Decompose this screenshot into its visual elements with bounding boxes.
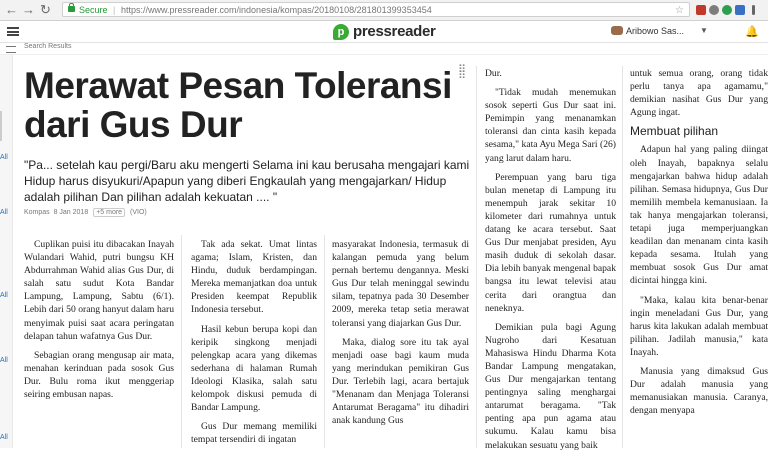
user-name: Aribowo Sas... (626, 26, 685, 36)
paragraph: Perempuan yang baru tiga bulan menetap d… (485, 171, 616, 314)
column-divider (324, 235, 325, 448)
author: (VIO) (130, 209, 147, 216)
paragraph: Dur. (485, 68, 502, 79)
publish-date: 8 Jan 2018 (53, 209, 89, 216)
article-column-4: Dur. "Tidak mudah menemukan sosok sepert… (485, 67, 616, 458)
paragraph: Sebagian orang mengusap air mata, menaha… (24, 349, 174, 401)
lock-icon (68, 3, 75, 12)
paragraph: Hasil kebun berupa kopi dan keripik sing… (191, 323, 317, 414)
pressreader-logo-icon: p (333, 24, 349, 40)
rail-marker (0, 111, 2, 141)
app-header: p pressreader Aribowo Sas... ▼ 🔔 (0, 21, 768, 43)
paragraph: untuk semua orang, orang tidak perlu tan… (630, 68, 768, 119)
paragraph: Cuplikan puisi itu dibacakan Inayah Wula… (24, 239, 174, 342)
rail-label-all[interactable]: All (0, 434, 8, 441)
menu-dots-icon[interactable] (752, 5, 755, 15)
article-column-3: masyarakat Indonesia, termasuk di kalang… (332, 238, 469, 433)
back-icon[interactable]: ← (5, 3, 18, 17)
paragraph: masyarakat Indonesia, termasuk di kalang… (332, 239, 469, 329)
extension-icon-red[interactable] (696, 5, 706, 15)
column-divider (476, 66, 477, 448)
drag-handle-icon[interactable]: ⠿ ⠿ (458, 65, 466, 82)
rail-label-all[interactable]: All (0, 292, 8, 299)
translate-icon[interactable] (735, 5, 745, 15)
notification-bell-icon[interactable]: 🔔 (745, 25, 759, 38)
separator: | (113, 5, 116, 15)
source-name[interactable]: Kompas (24, 209, 50, 216)
paragraph: Maka, dialog sore itu tak ayal menjadi o… (332, 336, 469, 427)
article-column-2: Tak ada sekat. Umat lintas agama; Islam,… (191, 238, 317, 452)
avatar (611, 26, 623, 35)
forward-icon[interactable]: → (22, 3, 35, 17)
bookmark-star-icon[interactable]: ☆ (675, 3, 684, 18)
user-account[interactable]: Aribowo Sas... (611, 26, 684, 36)
paragraph: "Maka, kalau kita benar-benar ingin mene… (630, 294, 768, 358)
column-divider (622, 66, 623, 448)
article-column-5: untuk semua orang, orang tidak perlu tan… (630, 67, 768, 448)
article-column-1: Cuplikan puisi itu dibacakan Inayah Wula… (24, 238, 174, 407)
brand-name: pressreader (353, 23, 436, 40)
paragraph: Manusia yang dimaksud Gus Dur adalah man… (630, 365, 768, 417)
extension-icon-gray[interactable] (709, 5, 719, 15)
secure-label: Secure (79, 5, 108, 15)
list-view-icon[interactable] (6, 46, 16, 53)
url-text[interactable]: https://www.pressreader.com/indonesia/ko… (121, 3, 432, 18)
section-heading: Membuat pilihan (630, 124, 719, 139)
address-bar[interactable]: Secure | https://www.pressreader.com/ind… (62, 2, 690, 17)
extension-icon-green[interactable] (722, 5, 732, 15)
article-lead: "Pa... setelah kau pergi/Baru aku menger… (24, 158, 470, 204)
browser-toolbar: ← → ↻ Secure | https://www.pressreader.c… (0, 0, 768, 21)
article-title: Merawat Pesan Toleransi dari Gus Dur (24, 65, 452, 145)
rail-label-all[interactable]: All (0, 154, 8, 161)
paragraph: Tak ada sekat. Umat lintas agama; Islam,… (191, 239, 317, 316)
rail-label-all[interactable]: All (0, 209, 8, 216)
reload-icon[interactable]: ↻ (40, 3, 51, 17)
paragraph: "Tidak mudah menemukan sosok seperti Gus… (485, 87, 616, 164)
left-rail: All All All All All (0, 55, 13, 448)
more-sources-button[interactable]: +5 more (93, 208, 126, 217)
column-divider (181, 235, 182, 448)
search-results-link[interactable]: Search Results (24, 43, 71, 50)
paragraph: Demikian pula bagi Agung Nugroho dari Ke… (485, 321, 616, 451)
rail-label-all[interactable]: All (0, 357, 8, 364)
chevron-down-icon[interactable]: ▼ (700, 26, 708, 35)
paragraph: Gus Dur memang memiliki tempat tersendir… (191, 421, 317, 446)
hamburger-menu-icon[interactable] (7, 27, 19, 36)
article-meta: Kompas 8 Jan 2018 +5 more (VIO) (24, 208, 147, 217)
results-bar: Search Results (0, 43, 768, 55)
paragraph: Adapun hal yang paling diingat oleh Inay… (630, 144, 768, 287)
